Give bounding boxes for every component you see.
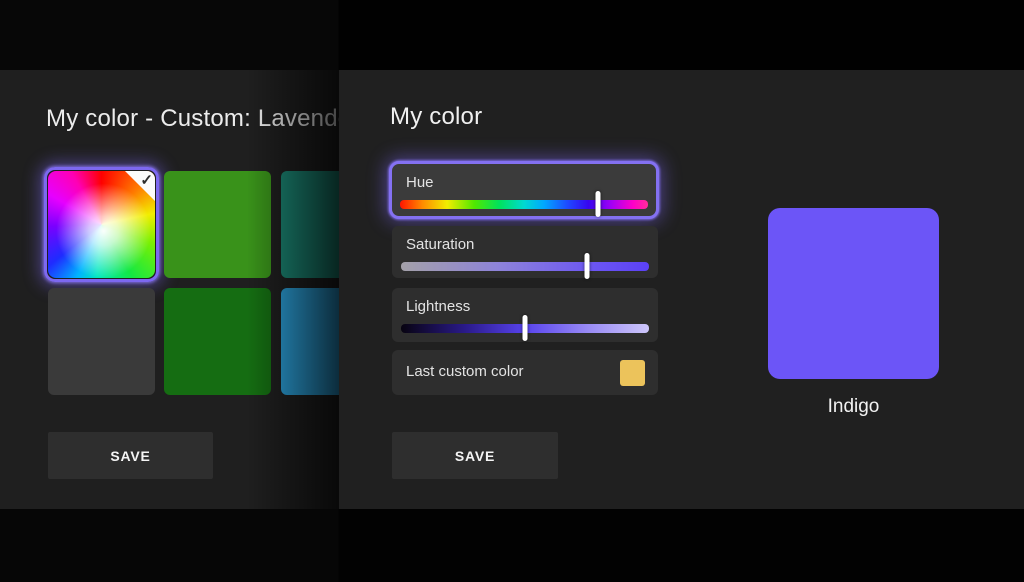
hue-label: Hue	[406, 174, 434, 191]
saturation-slider-row[interactable]: Saturation	[392, 226, 658, 278]
saturation-label: Saturation	[406, 236, 474, 253]
screen: My color - Custom: Lavender ✓ SAVE My co…	[0, 0, 1024, 582]
lightness-slider-row[interactable]: Lightness	[392, 288, 658, 342]
background-save-button[interactable]: SAVE	[48, 432, 213, 479]
swatch-custom-color-picker[interactable]: ✓	[48, 171, 155, 278]
bottom-black-strip	[0, 509, 1024, 582]
swatch-dark-green[interactable]	[164, 288, 271, 395]
hue-slider-row[interactable]: Hue	[389, 161, 659, 219]
dialog-title: My color	[390, 103, 482, 131]
save-button[interactable]: SAVE	[392, 432, 558, 479]
last-custom-color-swatch[interactable]	[620, 360, 645, 386]
color-preview-name: Indigo	[768, 396, 939, 418]
swatch-green[interactable]	[164, 171, 271, 278]
saturation-slider-track[interactable]	[401, 262, 649, 271]
swatch-dark-gray[interactable]	[48, 288, 155, 395]
color-preview-square	[768, 208, 939, 379]
swatch-blue[interactable]	[281, 288, 339, 395]
last-custom-color-label: Last custom color	[406, 363, 524, 380]
check-icon: ✓	[140, 171, 153, 191]
hue-slider-thumb[interactable]	[596, 191, 601, 217]
lightness-slider-track[interactable]	[401, 324, 649, 333]
last-custom-color-row[interactable]: Last custom color	[392, 350, 658, 395]
top-black-strip	[0, 0, 1024, 70]
selected-corner-badge: ✓	[125, 171, 155, 201]
hue-slider-track[interactable]	[400, 200, 648, 209]
lightness-label: Lightness	[406, 298, 470, 315]
saturation-slider-thumb[interactable]	[585, 253, 590, 279]
background-page-title: My color - Custom: Lavender	[46, 105, 339, 133]
my-color-dialog: My color Hue Saturation Lightness Last c…	[339, 70, 1024, 509]
lightness-slider-thumb[interactable]	[523, 315, 528, 341]
swatch-teal[interactable]	[281, 171, 339, 278]
background-color-grid-panel: My color - Custom: Lavender ✓ SAVE	[0, 70, 339, 509]
